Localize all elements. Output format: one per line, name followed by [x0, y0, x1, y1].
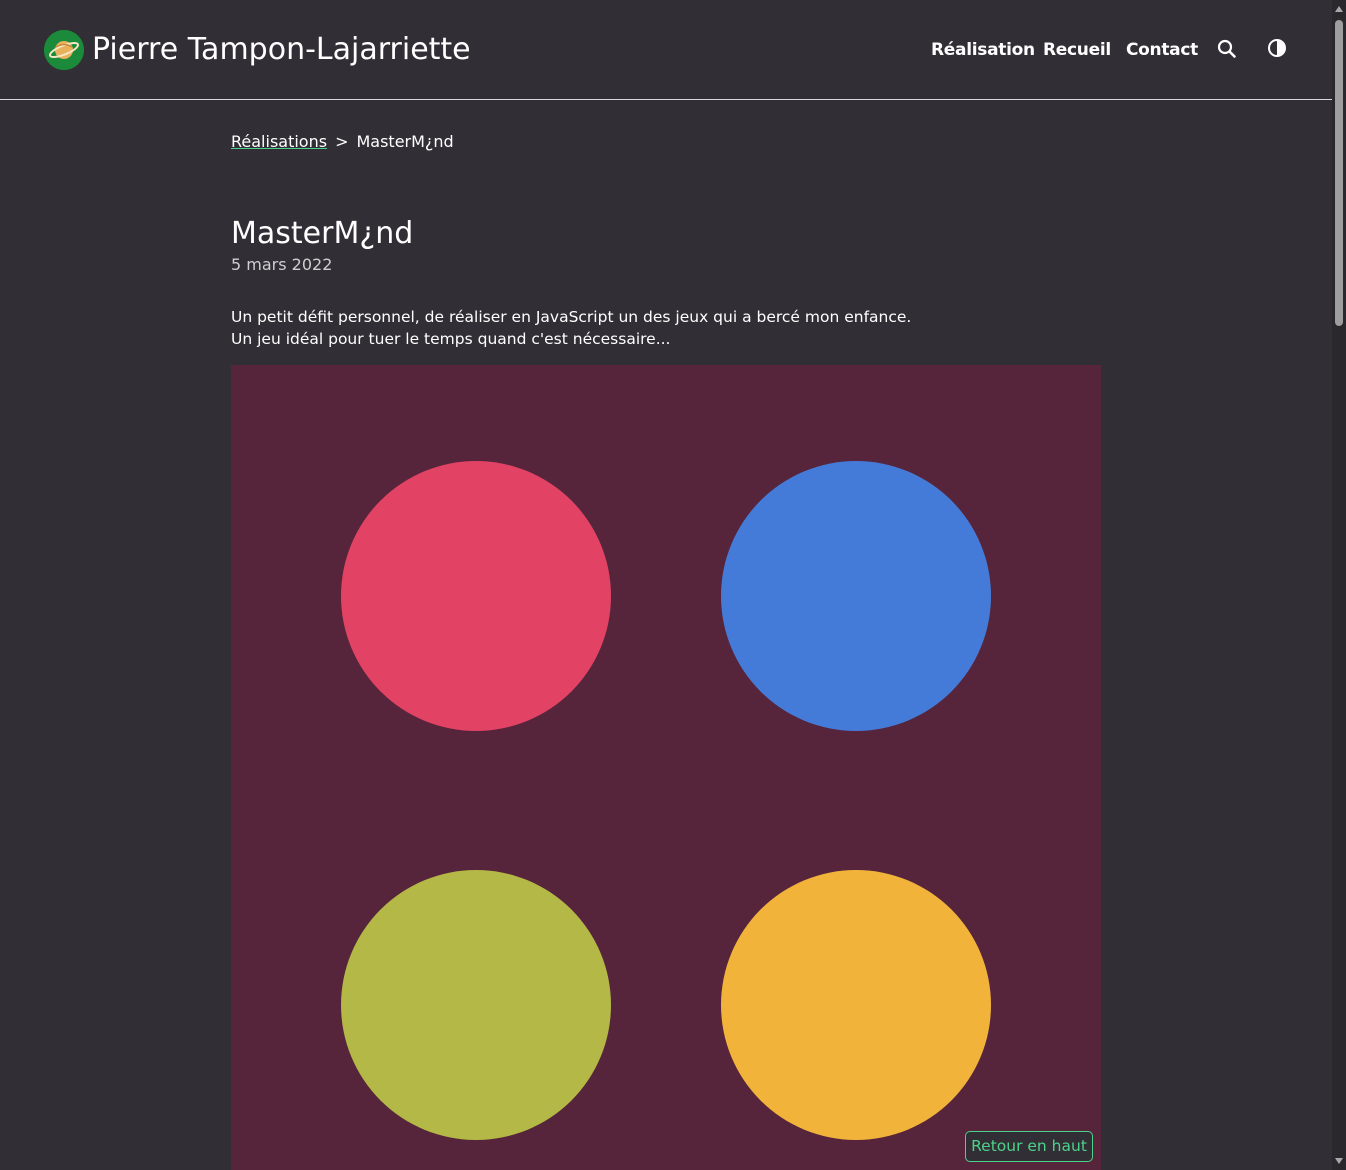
- article-intro: Un petit défit personnel, de réaliser en…: [231, 306, 1101, 350]
- site-title[interactable]: Pierre Tampon-Lajarriette: [92, 30, 471, 70]
- nav-contact[interactable]: Contact: [1126, 38, 1198, 62]
- back-to-top-button[interactable]: Retour en haut: [965, 1131, 1093, 1162]
- peg-blue[interactable]: [721, 461, 991, 731]
- peg-orange[interactable]: [721, 870, 991, 1140]
- site-header: Pierre Tampon-Lajarriette Réalisation Re…: [0, 0, 1332, 100]
- page: Pierre Tampon-Lajarriette Réalisation Re…: [0, 0, 1346, 1170]
- planet-logo-icon[interactable]: [44, 30, 84, 70]
- scrollbar-thumb[interactable]: [1335, 20, 1343, 326]
- nav-recueil[interactable]: Recueil: [1043, 38, 1111, 62]
- intro-line-1: Un petit défit personnel, de réaliser en…: [231, 308, 912, 326]
- scroll-down-arrow-icon[interactable]: [1335, 1158, 1343, 1164]
- article-date: 5 mars 2022: [231, 255, 333, 274]
- scroll-up-arrow-icon[interactable]: [1335, 6, 1343, 12]
- intro-line-2: Un jeu idéal pour tuer le temps quand c'…: [231, 330, 671, 348]
- breadcrumb-separator: >: [335, 132, 349, 151]
- nav-realisation[interactable]: Réalisation: [931, 38, 1035, 62]
- search-icon[interactable]: [1216, 38, 1238, 60]
- breadcrumb: Réalisations > MasterM¿nd: [231, 130, 454, 154]
- peg-red[interactable]: [341, 461, 611, 731]
- peg-olive[interactable]: [341, 870, 611, 1140]
- mastermind-board: [231, 365, 1101, 1170]
- scrollbar[interactable]: [1332, 0, 1346, 1170]
- page-title: MasterM¿nd: [231, 216, 414, 251]
- theme-toggle-icon[interactable]: [1266, 38, 1288, 60]
- breadcrumb-link-realisations[interactable]: Réalisations: [231, 132, 327, 151]
- breadcrumb-current: MasterM¿nd: [356, 132, 454, 151]
